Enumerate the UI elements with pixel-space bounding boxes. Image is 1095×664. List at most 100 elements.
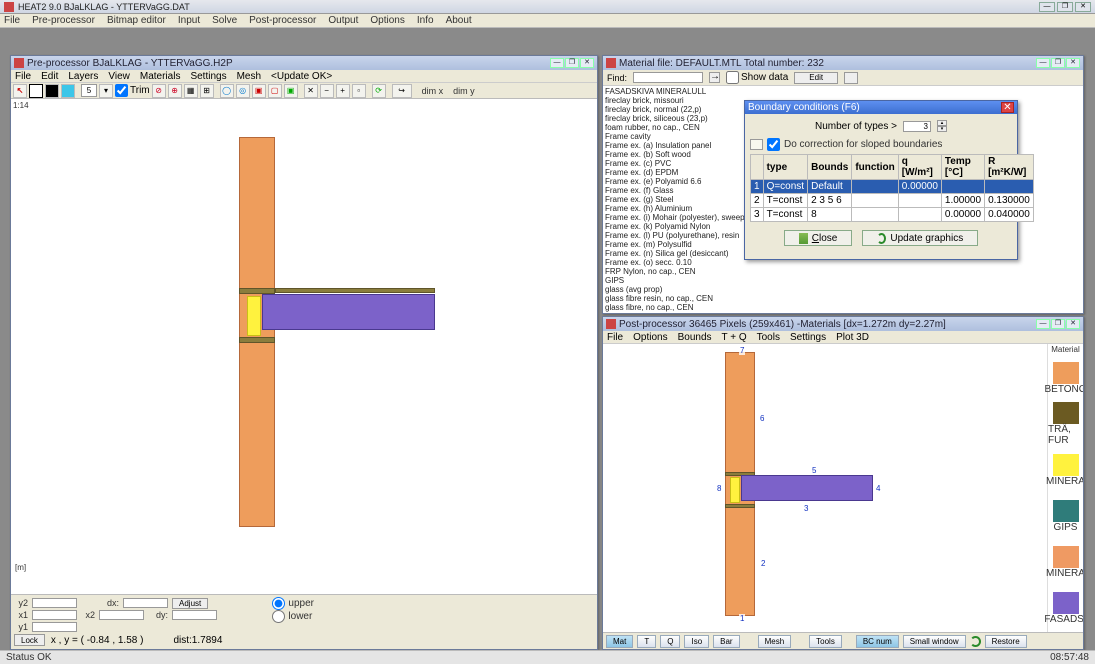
menu-bitmap-editor[interactable]: Bitmap editor [107,15,166,26]
mesh-button[interactable]: Mesh [758,635,792,648]
post-menu-options[interactable]: Options [633,332,667,343]
refresh-icon[interactable]: ⟳ [372,84,386,98]
mat-minimize[interactable]: — [1036,58,1050,68]
correction-checkbox[interactable] [767,138,780,151]
flag2-icon[interactable]: ▢ [268,84,282,98]
menu-preprocessor[interactable]: Pre-processor [32,15,95,26]
mat-close[interactable]: ✕ [1066,58,1080,68]
show-data-checkbox[interactable]: Show data [726,71,788,84]
post-close[interactable]: ✕ [1066,319,1080,329]
filled-rect-tool-icon[interactable] [45,84,59,98]
preprocessor-canvas[interactable]: 1:14 [m] [11,99,597,594]
bc-row-1[interactable]: 1 Q=const Default 0.00000 [751,180,1034,194]
lock-button[interactable]: Lock [14,634,45,646]
menu-file[interactable]: File [4,15,20,26]
t-button[interactable]: T [637,635,656,648]
redo-icon[interactable]: ↪ [392,84,412,98]
pre-menu-view[interactable]: View [108,71,130,82]
bc-titlebar[interactable]: Boundary conditions (F6) ✕ [745,101,1017,114]
tool-a-icon[interactable]: ⊘ [152,84,166,98]
circle-icon[interactable]: ◯ [220,84,234,98]
dx-input[interactable] [123,598,168,608]
pre-menu-settings[interactable]: Settings [190,71,226,82]
paint-tool-icon[interactable] [61,84,75,98]
menu-info[interactable]: Info [417,15,434,26]
material-list-item[interactable]: glass (avg prop) [605,285,1081,294]
grid-icon[interactable]: ▦ [184,84,198,98]
adjust-button[interactable]: Adjust [172,598,208,609]
shape-purple-beam[interactable] [262,294,435,330]
x1-input[interactable] [32,610,77,620]
material-list-item[interactable]: FASADSKIVA MINERALULL [605,87,1081,96]
postprocessor-canvas[interactable]: 7 6 5 4 3 2 1 8 Material BETONGTRÄ, FURM… [603,344,1083,632]
smallwin-button[interactable]: Small window [903,635,966,648]
dot-icon[interactable]: ▫ [352,84,366,98]
minus-icon[interactable]: − [320,84,334,98]
menu-postprocessor[interactable]: Post-processor [249,15,316,26]
post-menu-settings[interactable]: Settings [790,332,826,343]
post-menu-plot3d[interactable]: Plot 3D [836,332,869,343]
post-maximize[interactable]: ❐ [1051,319,1065,329]
find-input[interactable] [633,72,703,83]
correction-icon[interactable] [750,139,763,150]
bc-close-icon[interactable]: ✕ [1001,102,1014,113]
layer-number-input[interactable] [81,84,97,97]
pre-close[interactable]: ✕ [580,58,594,68]
menu-options[interactable]: Options [370,15,404,26]
iso-button[interactable]: Iso [684,635,709,648]
shape-yellow[interactable] [247,296,261,336]
pre-menu-materials[interactable]: Materials [140,71,181,82]
tool-b-icon[interactable]: ⊕ [168,84,182,98]
material-list-item[interactable]: glass, borosilicate crown [605,312,1081,313]
lower-radio[interactable]: lower [272,610,314,623]
post-menu-tools[interactable]: Tools [757,332,780,343]
menu-input[interactable]: Input [178,15,200,26]
pre-menu-update[interactable]: <Update OK> [271,71,332,82]
bc-row-3[interactable]: 3 T=const 8 0.00000 0.040000 [751,208,1034,222]
pre-menu-edit[interactable]: Edit [41,71,58,82]
bcnum-button[interactable]: BC num [856,635,899,648]
menu-output[interactable]: Output [328,15,358,26]
mat-maximize[interactable]: ❐ [1051,58,1065,68]
close-x-icon[interactable]: ✕ [304,84,318,98]
close-button[interactable]: ✕ [1075,2,1091,12]
pre-menu-layers[interactable]: Layers [68,71,98,82]
menu-solve[interactable]: Solve [212,15,237,26]
post-menu-file[interactable]: File [607,332,623,343]
pre-menu-file[interactable]: File [15,71,31,82]
material-list-item[interactable]: GIPS [605,276,1081,285]
upper-radio[interactable]: upper [272,597,314,610]
find-next-icon[interactable]: → [709,72,720,83]
select-tool-icon[interactable]: ↖ [13,84,27,98]
post-menu-tq[interactable]: T + Q [722,332,747,343]
edit-material-button[interactable]: Edit [794,72,838,84]
q-button[interactable]: Q [660,635,680,648]
pre-minimize[interactable]: — [550,58,564,68]
minimize-button[interactable]: — [1039,2,1055,12]
flag1-icon[interactable]: ▣ [252,84,266,98]
bc-row-2[interactable]: 2 T=const 2 3 5 6 1.00000 0.130000 [751,194,1034,208]
maximize-button[interactable]: ❐ [1057,2,1073,12]
shape-olive-bot[interactable] [239,337,275,343]
grid2-icon[interactable]: ⊞ [200,84,214,98]
num-types-input[interactable] [903,121,931,132]
post-refresh-icon[interactable] [970,636,981,647]
shape-olive-beam-top[interactable] [275,288,435,293]
post-menu-bounds[interactable]: Bounds [678,332,712,343]
rect-tool-icon[interactable] [29,84,43,98]
tools-button[interactable]: Tools [809,635,842,648]
postprocessor-titlebar[interactable]: Post-processor 36465 Pixels (259x461) -M… [603,317,1083,331]
y2-input[interactable] [32,598,77,608]
dy-input[interactable] [172,610,217,620]
material-list-item[interactable]: FRP Nylon, no cap., CEN [605,267,1081,276]
restore-button[interactable]: Restore [985,635,1027,648]
mat-button[interactable]: Mat [606,635,633,648]
spin-down-icon[interactable]: ▾ [937,126,947,132]
trim-checkbox[interactable]: Trim [115,84,150,97]
menu-about[interactable]: About [446,15,472,26]
material-list-item[interactable]: glass fibre resin, no cap., CEN [605,294,1081,303]
preprocessor-titlebar[interactable]: Pre-processor BJaLKLAG - YTTERVaGG.H2P —… [11,56,597,70]
plus-icon[interactable]: + [336,84,350,98]
pre-menu-mesh[interactable]: Mesh [237,71,261,82]
material-extra-button[interactable] [844,72,858,84]
